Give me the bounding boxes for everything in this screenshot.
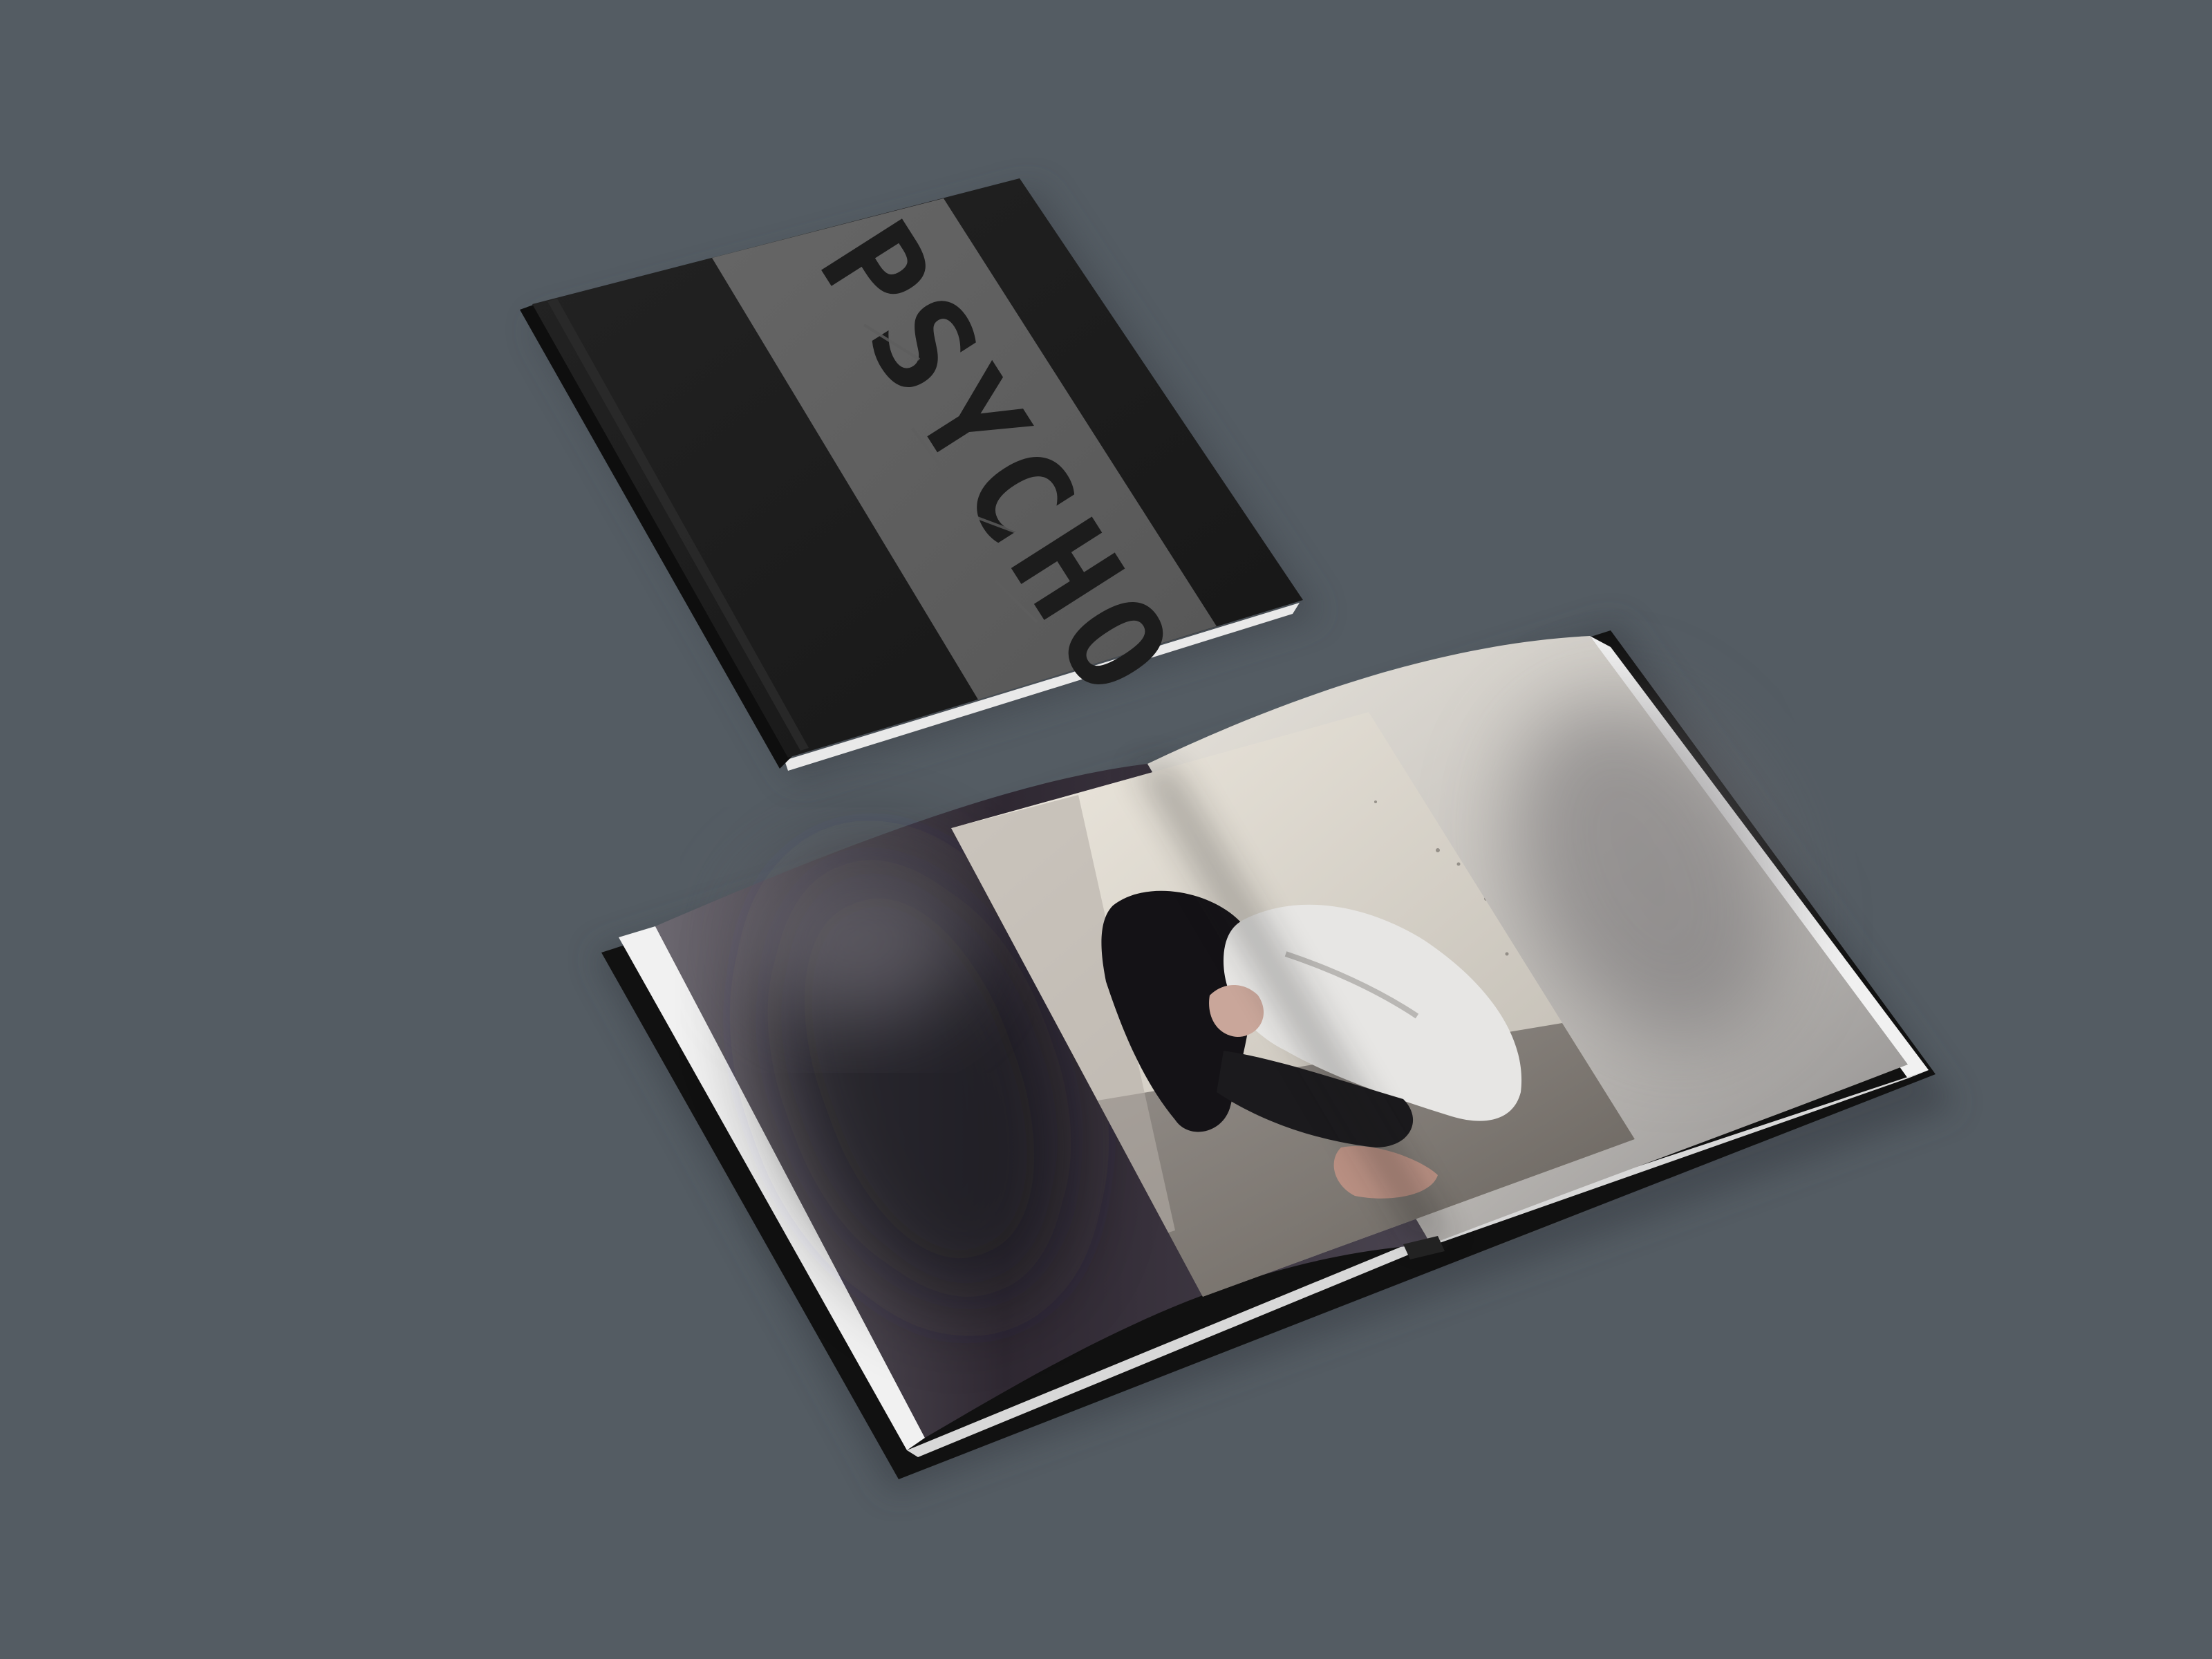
mockup-scene: PSYCHO bbox=[0, 0, 2212, 1659]
closed-book: PSYCHO bbox=[520, 178, 1320, 781]
mockup-canvas: PSYCHO bbox=[520, 178, 1956, 1493]
